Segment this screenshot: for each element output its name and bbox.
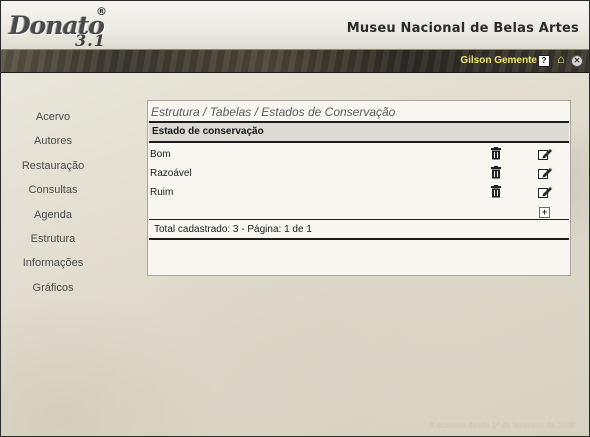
- sidebar-item-agenda[interactable]: Agenda: [1, 203, 105, 227]
- donato-logo: Donato ® 3.1: [9, 5, 119, 50]
- table-row: Razoável: [148, 165, 570, 184]
- header: Donato ® 3.1 Museu Nacional de Belas Art…: [1, 1, 589, 50]
- user-bar: Gilson Gemente ? ⌂ ✕: [1, 49, 589, 73]
- table-row: Ruim: [148, 184, 570, 203]
- table-row: Bom: [148, 146, 570, 165]
- sidebar-item-informacoes[interactable]: Informações: [1, 251, 105, 275]
- sidebar-item-acervo[interactable]: Acervo: [1, 105, 105, 129]
- home-icon[interactable]: ⌂: [555, 53, 567, 65]
- sidebar-item-consultas[interactable]: Consultas: [1, 178, 105, 202]
- pagination-summary: Total cadastrado: 3 - Página: 1 de 1: [154, 224, 312, 235]
- sidebar-item-restauracao[interactable]: Restauração: [1, 154, 105, 178]
- app-window: Donato ® 3.1 Museu Nacional de Belas Art…: [0, 0, 590, 437]
- user-name-link[interactable]: Gilson Gemente: [460, 55, 537, 66]
- trash-icon[interactable]: [491, 166, 501, 179]
- breadcrumb: Estrutura / Tabelas / Estados de Conserv…: [151, 105, 396, 119]
- row-label: Ruim: [150, 187, 174, 198]
- add-icon[interactable]: +: [539, 207, 550, 218]
- divider: [149, 141, 569, 143]
- sidebar-nav: Acervo Autores Restauração Consultas Age…: [1, 105, 105, 300]
- row-label: Razoável: [150, 168, 192, 179]
- edit-icon[interactable]: [538, 166, 553, 180]
- edit-icon[interactable]: [538, 147, 553, 161]
- trash-icon[interactable]: [491, 185, 501, 198]
- trash-icon[interactable]: [491, 147, 501, 160]
- help-icon[interactable]: ?: [538, 55, 550, 67]
- sidebar-item-graficos[interactable]: Gráficos: [1, 276, 105, 300]
- access-counter: 9 acessos desde 1º de fevereiro de 2008: [429, 421, 575, 430]
- museum-name: Museu Nacional de Belas Artes: [346, 21, 579, 36]
- column-header: Estado de conservação: [149, 123, 569, 141]
- conservation-states-panel: Estrutura / Tabelas / Estados de Conserv…: [147, 100, 571, 276]
- sidebar-item-autores[interactable]: Autores: [1, 129, 105, 153]
- registered-mark: ®: [96, 5, 107, 18]
- divider: [149, 238, 569, 240]
- row-label: Bom: [150, 149, 171, 160]
- sidebar-item-estrutura[interactable]: Estrutura: [1, 227, 105, 251]
- logo-version: 3.1: [75, 31, 106, 50]
- edit-icon[interactable]: [538, 185, 553, 199]
- divider: [149, 219, 569, 220]
- close-icon[interactable]: ✕: [571, 55, 583, 67]
